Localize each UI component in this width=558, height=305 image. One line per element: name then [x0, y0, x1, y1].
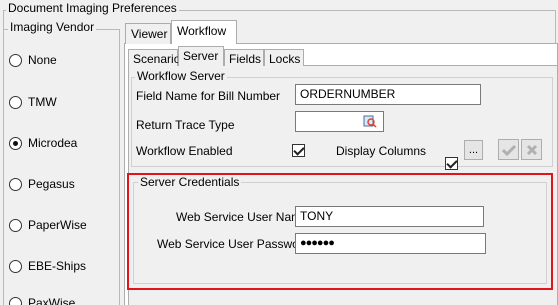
- radio-pegasus[interactable]: Pegasus: [9, 177, 75, 191]
- bill-number-field[interactable]: ORDERNUMBER: [295, 84, 481, 105]
- radio-paperwise[interactable]: PaperWise: [9, 218, 87, 232]
- subtab-locks[interactable]: Locks: [264, 49, 304, 66]
- radio-tmw[interactable]: TMW: [9, 95, 57, 109]
- password-field[interactable]: ●●●●●●: [295, 233, 486, 254]
- tab-label: Locks: [269, 52, 301, 66]
- tab-label: Viewer: [131, 27, 168, 41]
- check-icon: [501, 144, 516, 156]
- subtab-fields[interactable]: Fields: [224, 49, 264, 66]
- radio-circle-icon: [9, 53, 22, 67]
- x-icon: [526, 144, 537, 155]
- user-name-field[interactable]: TONY: [295, 206, 484, 227]
- subtab-server[interactable]: Server: [178, 46, 224, 66]
- tab-label: Workflow: [177, 24, 227, 38]
- workflow-enabled-checkbox[interactable]: [292, 144, 305, 157]
- radio-circle-icon: [9, 296, 22, 305]
- radio-label: PaperWise: [28, 218, 87, 232]
- workflow-server-title: Workflow Server: [135, 69, 227, 83]
- radio-label: EBE-Ships: [28, 259, 87, 273]
- display-columns-label: Display Columns: [336, 144, 427, 158]
- window-title: Document Imaging Preferences: [6, 1, 179, 15]
- tab-label: Server: [183, 49, 219, 63]
- subtab-scenario[interactable]: Scenario: [128, 49, 181, 66]
- radio-none[interactable]: None: [9, 53, 57, 67]
- password-label: Web Service User Password: [157, 237, 310, 251]
- radio-label: PaxWise: [28, 296, 76, 305]
- tab-label: Fields: [229, 52, 262, 66]
- radio-circle-icon: [9, 218, 22, 232]
- bill-number-label: Field Name for Bill Number: [136, 89, 281, 103]
- radio-circle-icon: [9, 259, 22, 273]
- tab-label: Scenario: [133, 52, 181, 66]
- workflow-enabled-label: Workflow Enabled: [136, 144, 233, 158]
- radio-circle-icon: [9, 177, 22, 191]
- radio-microdea[interactable]: Microdea: [9, 136, 77, 150]
- lookup-icon[interactable]: [363, 114, 377, 128]
- return-trace-label: Return Trace Type: [136, 118, 235, 132]
- tab-workflow[interactable]: Workflow: [171, 20, 237, 44]
- radio-selected-icon: [9, 136, 22, 150]
- radio-label: Pegasus: [28, 177, 75, 191]
- radio-paxwise[interactable]: PaxWise: [9, 296, 75, 305]
- radio-label: Microdea: [28, 136, 78, 150]
- tab-viewer[interactable]: Viewer: [125, 23, 171, 44]
- radio-label: None: [28, 53, 57, 67]
- display-columns-checkbox[interactable]: [445, 157, 458, 170]
- radio-circle-icon: [9, 95, 22, 109]
- user-name-label: Web Service User Name: [176, 210, 308, 224]
- radio-label: TMW: [28, 95, 57, 109]
- accept-button[interactable]: [498, 139, 519, 160]
- imaging-vendor-title: Imaging Vendor: [8, 20, 97, 34]
- ellipsis-button[interactable]: ...: [464, 140, 483, 160]
- radio-ebe-ships[interactable]: EBE-Ships: [9, 259, 86, 273]
- server-credentials-title: Server Credentials: [138, 175, 242, 189]
- reject-button[interactable]: [521, 139, 542, 160]
